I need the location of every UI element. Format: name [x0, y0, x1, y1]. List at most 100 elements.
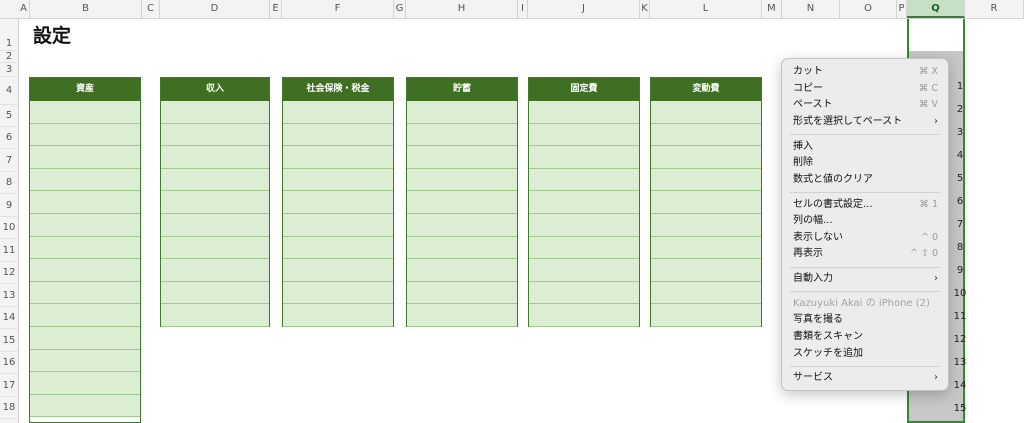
row-header-11[interactable]: 11 — [0, 239, 18, 262]
column-header-P[interactable]: P — [897, 0, 907, 18]
table-row[interactable] — [407, 191, 517, 214]
menu-item-format-cells[interactable]: セルの書式設定... ⌘ 1 — [782, 197, 948, 214]
table-row[interactable] — [651, 123, 761, 147]
active-cell[interactable] — [909, 19, 963, 51]
table-row[interactable] — [529, 236, 639, 260]
column-header-I[interactable]: I — [518, 0, 528, 18]
row-header-13[interactable]: 13 — [0, 284, 18, 307]
table-row[interactable] — [407, 304, 517, 327]
table-row[interactable] — [30, 101, 140, 124]
table-savings[interactable]: 貯蓄 — [406, 77, 518, 327]
menu-item-column-width[interactable]: 列の幅... — [782, 213, 948, 230]
table-row[interactable] — [651, 191, 761, 214]
table-row[interactable] — [283, 304, 393, 327]
table-row[interactable] — [407, 123, 517, 147]
table-income[interactable]: 収入 — [160, 77, 270, 327]
row-header-6[interactable]: 6 — [0, 127, 18, 149]
table-row[interactable] — [283, 191, 393, 214]
column-header-O[interactable]: O — [840, 0, 897, 18]
table-row[interactable] — [161, 304, 269, 327]
row-header-8[interactable]: 8 — [0, 172, 18, 194]
table-row[interactable] — [30, 304, 140, 327]
table-row[interactable] — [529, 101, 639, 124]
table-row[interactable] — [161, 191, 269, 214]
row-header-1[interactable]: 1 — [0, 37, 18, 51]
row-header-5[interactable]: 5 — [0, 105, 18, 127]
table-row[interactable] — [407, 168, 517, 192]
table-row[interactable] — [161, 146, 269, 169]
table-row[interactable] — [529, 304, 639, 327]
column-header-R[interactable]: R — [965, 0, 1024, 18]
table-row[interactable] — [651, 101, 761, 124]
table-row[interactable] — [161, 101, 269, 124]
table-row[interactable] — [283, 213, 393, 237]
column-header-E[interactable]: E — [270, 0, 282, 18]
menu-item-autofill[interactable]: 自動入力 › — [782, 271, 948, 288]
column-header-M[interactable]: M — [762, 0, 782, 18]
menu-item-copy[interactable]: コピー ⌘ C — [782, 81, 948, 98]
table-row[interactable] — [161, 281, 269, 305]
table-row[interactable] — [283, 236, 393, 260]
column-header-K[interactable]: K — [640, 0, 650, 18]
table-row[interactable] — [283, 101, 393, 124]
table-row[interactable] — [407, 259, 517, 282]
row-header-9[interactable]: 9 — [0, 194, 18, 217]
menu-item-scan-documents[interactable]: 書類をスキャン — [782, 329, 948, 346]
table-row[interactable] — [30, 281, 140, 305]
table-row[interactable] — [651, 168, 761, 192]
row-header-10[interactable]: 10 — [0, 217, 18, 239]
table-row[interactable] — [161, 259, 269, 282]
column-header-H[interactable]: H — [406, 0, 518, 18]
table-social-insurance-tax[interactable]: 社会保険・税金 — [282, 77, 394, 327]
menu-item-add-sketch[interactable]: スケッチを追加 — [782, 346, 948, 363]
table-row[interactable] — [283, 123, 393, 147]
table-row[interactable] — [407, 146, 517, 169]
column-header-D[interactable]: D — [160, 0, 270, 18]
row-header-2[interactable]: 2 — [0, 51, 18, 63]
table-row[interactable] — [651, 259, 761, 282]
table-row[interactable] — [283, 259, 393, 282]
row-header-4[interactable]: 4 — [0, 77, 18, 105]
table-row[interactable] — [529, 168, 639, 192]
row-header-17[interactable]: 17 — [0, 374, 18, 397]
table-row[interactable] — [529, 213, 639, 237]
table-row[interactable] — [651, 146, 761, 169]
column-header-J[interactable]: J — [528, 0, 640, 18]
table-row[interactable] — [30, 326, 140, 350]
table-row[interactable] — [283, 281, 393, 305]
table-fixed-costs[interactable]: 固定費 — [528, 77, 640, 327]
menu-item-take-photo[interactable]: 写真を撮る — [782, 312, 948, 329]
table-row[interactable] — [529, 146, 639, 169]
table-row[interactable] — [161, 213, 269, 237]
row-header-15[interactable]: 15 — [0, 329, 18, 352]
menu-item-delete[interactable]: 削除 — [782, 155, 948, 172]
table-row[interactable] — [407, 101, 517, 124]
menu-item-paste[interactable]: ペースト ⌘ V — [782, 97, 948, 114]
row-header-18[interactable]: 18 — [0, 397, 18, 419]
table-variable-costs[interactable]: 変動費 — [650, 77, 762, 327]
row-header-3[interactable]: 3 — [0, 63, 18, 77]
row-header-16[interactable]: 16 — [0, 352, 18, 374]
table-row[interactable] — [161, 123, 269, 147]
table-row[interactable] — [651, 304, 761, 327]
table-row[interactable] — [30, 394, 140, 418]
column-header-B[interactable]: B — [30, 0, 142, 18]
menu-item-insert[interactable]: 挿入 — [782, 139, 948, 156]
column-header-Q[interactable]: Q — [907, 0, 965, 18]
menu-item-cut[interactable]: カット ⌘ X — [782, 64, 948, 81]
row-header-7[interactable]: 7 — [0, 149, 18, 172]
table-row[interactable] — [283, 146, 393, 169]
row-header-14[interactable]: 14 — [0, 307, 18, 329]
table-row[interactable] — [529, 259, 639, 282]
column-header-N[interactable]: N — [782, 0, 840, 18]
table-row[interactable] — [30, 259, 140, 282]
table-row[interactable] — [407, 236, 517, 260]
table-row[interactable] — [30, 372, 140, 395]
table-row[interactable] — [30, 168, 140, 192]
table-row[interactable] — [30, 236, 140, 260]
menu-item-paste-special[interactable]: 形式を選択してペースト › — [782, 114, 948, 131]
table-row[interactable] — [651, 281, 761, 305]
table-assets[interactable]: 資産 — [29, 77, 141, 423]
table-row[interactable] — [651, 236, 761, 260]
menu-item-clear-contents[interactable]: 数式と値のクリア — [782, 172, 948, 189]
